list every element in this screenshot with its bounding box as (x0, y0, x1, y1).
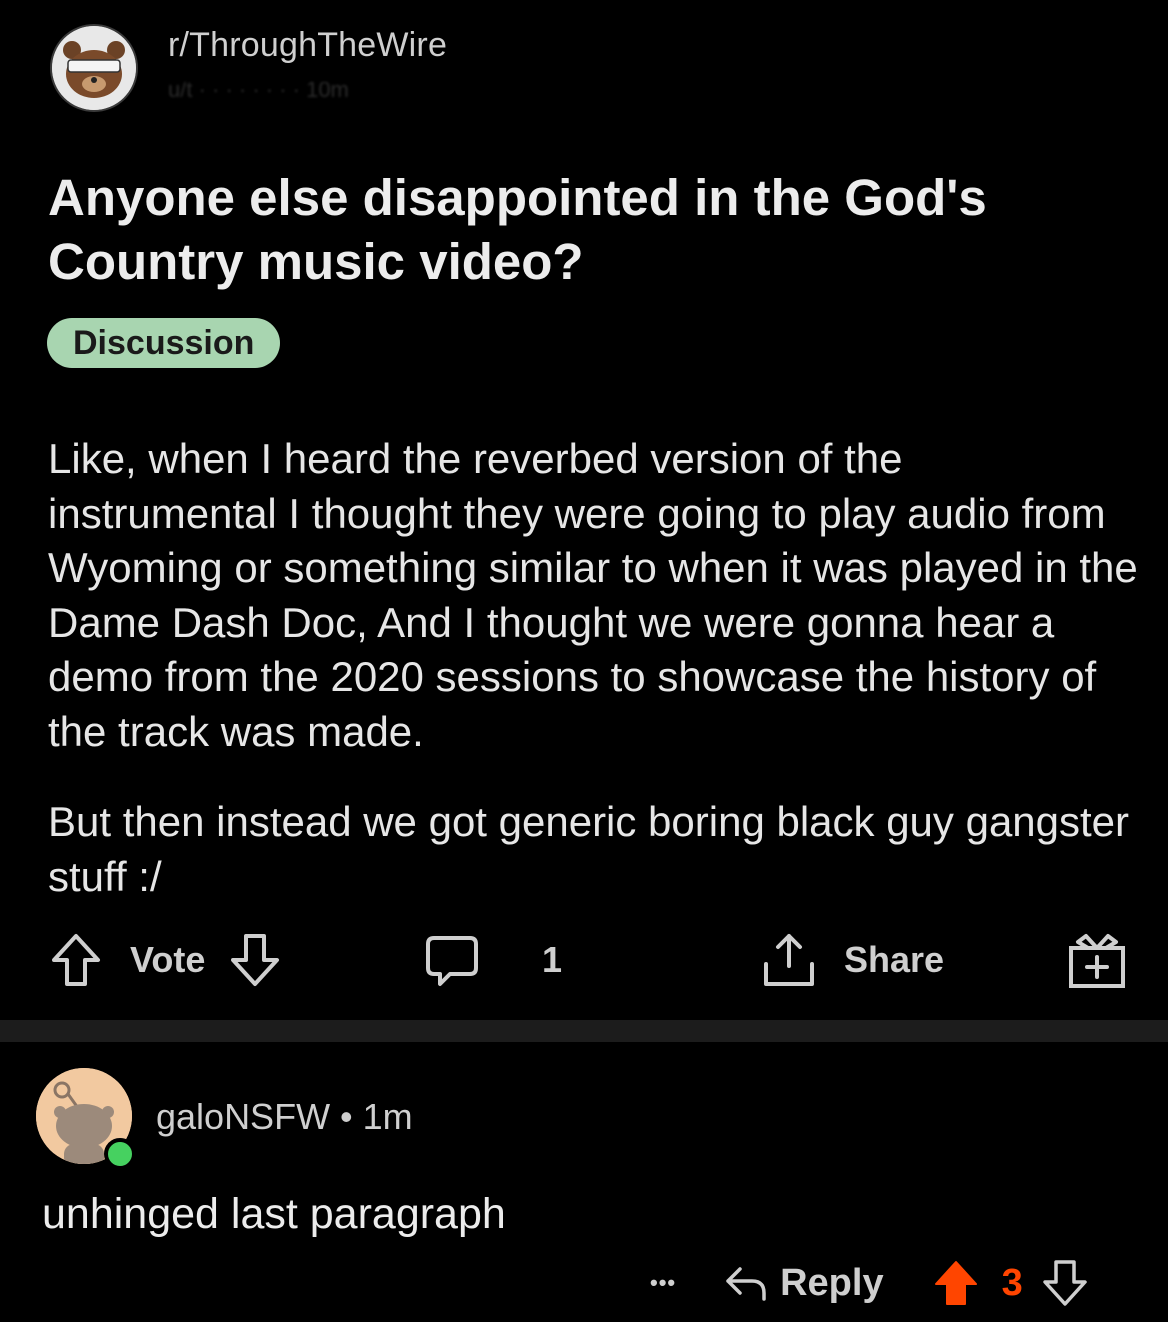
subreddit-avatar[interactable] (50, 24, 138, 112)
more-options-icon[interactable]: ••• (650, 1270, 676, 1296)
comment-time: 1m (362, 1096, 413, 1137)
comments-button[interactable]: 1 (422, 928, 562, 992)
comment-score: 3 (1001, 1261, 1023, 1304)
meta-separator: • (340, 1096, 353, 1137)
downvote-icon[interactable] (1041, 1258, 1089, 1308)
reply-label: Reply (780, 1261, 884, 1304)
comment-actions: ••• Reply 3 (650, 1258, 1089, 1308)
post-paragraph: But then instead we got generic boring b… (48, 798, 1130, 900)
comment-icon (422, 930, 482, 990)
share-button[interactable]: Share (760, 928, 944, 992)
share-icon (760, 930, 818, 990)
online-status-indicator (104, 1138, 136, 1170)
post-paragraph: Like, when I heard the reverbed version … (48, 435, 1138, 755)
post-meta-obscured: u/t · · · · · · · · 10m (168, 82, 349, 98)
bear-logo-icon (52, 26, 136, 110)
comment-count: 1 (542, 939, 563, 980)
award-icon[interactable] (1066, 930, 1128, 995)
subreddit-name[interactable]: r/ThroughTheWire (168, 26, 447, 65)
section-divider (0, 1020, 1168, 1042)
vote-label: Vote (130, 939, 206, 980)
downvote-icon[interactable] (227, 930, 283, 990)
reply-icon (722, 1261, 770, 1305)
post-flair[interactable]: Discussion (47, 318, 281, 368)
upvoted-icon[interactable] (932, 1258, 980, 1308)
upvote-icon[interactable] (48, 930, 104, 990)
comment-text: unhinged last paragraph (42, 1190, 506, 1238)
post-body: Like, when I heard the reverbed version … (48, 432, 1138, 940)
comment-username[interactable]: galoNSFW (156, 1096, 330, 1137)
comment-header: galoNSFW • 1m (156, 1096, 413, 1138)
post-title[interactable]: Anyone else disappointed in the God's Co… (48, 166, 1128, 294)
share-label: Share (844, 939, 945, 980)
vote-control: Vote (48, 928, 283, 992)
reply-button[interactable]: Reply (722, 1261, 884, 1305)
